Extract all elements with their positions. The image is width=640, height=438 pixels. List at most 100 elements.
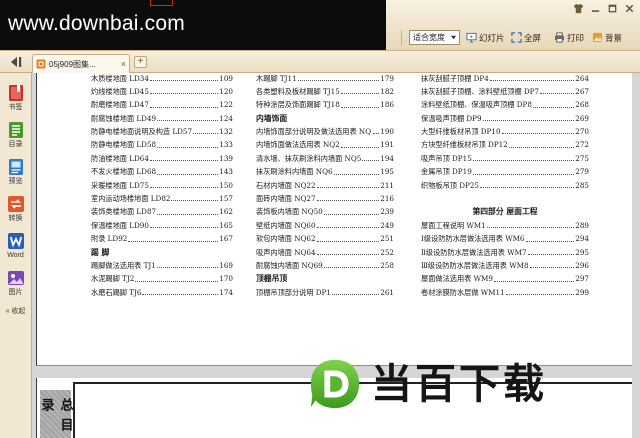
sidebar-item-pictures[interactable]: 图片	[0, 269, 31, 303]
print-button[interactable]: 打印	[554, 30, 584, 45]
toc-entry-title: 防静电楼地面说明及构造 LD57	[91, 127, 193, 137]
toc-dot-leader	[472, 165, 575, 175]
toc-entry: 清水墙、抹灰刷涂料内墙面 NQ5 194	[256, 152, 394, 165]
restore-button[interactable]	[606, 2, 619, 15]
toc-entry: 软包内墙面 NQ62 251	[256, 232, 394, 245]
toc-dot-leader	[340, 85, 380, 95]
sidebar-item-preview[interactable]: 预览	[0, 158, 31, 192]
sidebar-item-toc[interactable]: 目录	[0, 121, 31, 155]
toc-entry-page: 294	[575, 234, 589, 244]
close-button[interactable]	[623, 2, 636, 15]
minimize-button[interactable]	[589, 2, 602, 15]
toc-entry-page: 122	[219, 100, 233, 110]
toc-entry: 织物板吊顶 DP25 285	[421, 179, 589, 192]
slideshow-button[interactable]: 幻灯片	[466, 30, 505, 45]
word-icon	[7, 233, 24, 249]
toc-dot-leader	[157, 165, 219, 175]
toc-section-heading: 踢 脚	[91, 247, 110, 257]
fullscreen-button[interactable]: 全屏	[511, 30, 541, 45]
toc-entry-page: 195	[380, 167, 394, 177]
toc-dot-leader	[157, 205, 219, 215]
toc-dot-leader	[340, 98, 380, 108]
toc-entry: 大型纤维板材吊顶 DP10 270	[421, 125, 589, 138]
sidebar-item-word[interactable]: Word	[0, 232, 31, 266]
toc-entry-title: 水磨石踢脚 TJ6	[91, 287, 142, 297]
sidebar-item-label: 目录	[8, 141, 23, 148]
print-icon	[554, 32, 565, 43]
toc-entry-title: 特种涂层及饰面踢脚 TJ18	[256, 100, 340, 110]
toc-entry: 抹灰刷涂料内墙面 NQ6 195	[256, 165, 394, 178]
toc-dot-leader	[479, 179, 575, 189]
watermark-logo-icon	[310, 359, 360, 409]
top-toolbar: www.downbai.com 适合宽度 幻灯片 全屏 打印 背景	[0, 0, 640, 51]
toc-entry: 吸声内墙面 NQ64 252	[256, 246, 394, 259]
toc-entry-title: 内墙饰面做法选用表 NQ2	[256, 140, 340, 150]
toc-entry-title: 吸声吊顶 DP15	[421, 153, 472, 163]
toc-dot-leader	[340, 138, 380, 148]
toc-entry: 附录 LD92 167	[91, 232, 233, 245]
picture-icon	[7, 271, 24, 285]
toc-entry-page: 270	[575, 127, 589, 137]
toc-entry-title: 木质楼地面 LD34	[91, 73, 149, 83]
toc-entry-page: 179	[380, 73, 394, 83]
toc-blank-row	[421, 192, 589, 205]
toc-entry: 保温楼地面 LD90 165	[91, 219, 233, 232]
zoom-select-value: 适合宽度	[413, 33, 445, 42]
minimize-icon	[591, 10, 600, 12]
slideshow-icon	[466, 32, 477, 43]
toc-dot-leader	[157, 112, 219, 122]
toc-entry-title: 抹灰刮腻子顶棚、涂料壁纸顶棚 DP7	[421, 86, 540, 96]
toc-entry-title: 耐腐蚀内墙面 NQ69	[256, 260, 323, 270]
toc-entry-page: 132	[219, 127, 233, 137]
toc-dot-leader	[540, 85, 575, 95]
toc-entry-title: 抹灰刮腻子顶棚 DP4	[421, 73, 489, 83]
toc-dot-leader	[505, 286, 575, 296]
toc-entry-page: 150	[219, 180, 233, 190]
skin-button[interactable]	[572, 2, 585, 15]
toc-entry: 特种涂层及饰面踢脚 TJ18 186	[256, 98, 394, 111]
toc-entry-page: 296	[575, 260, 589, 270]
toc-dot-leader	[489, 73, 575, 81]
toc-entry: 金属吊顶 DP19 279	[421, 165, 589, 178]
toc-entry-title: 耐磨楼地面 LD47	[91, 100, 149, 110]
toc-entry: 耐腐蚀内墙面 NQ69 258	[256, 259, 394, 272]
background-button[interactable]: 背景	[592, 30, 622, 45]
new-tab-button[interactable]: +	[134, 56, 147, 68]
sidebar-item-convert[interactable]: 转换	[0, 195, 31, 229]
toc-entry: Ⅰ级设防防水层做法选用表 WM6 294	[421, 232, 589, 245]
toc-entry-page: 295	[575, 247, 589, 257]
toc-entry-page: 186	[380, 100, 394, 110]
toc-entry-title: 清水墙、抹灰刷涂料内墙面 NQ5	[256, 153, 362, 163]
watermark-banner: www.downbai.com	[0, 0, 386, 50]
toc-dot-leader	[149, 85, 219, 95]
toc-entry: 防静电楼地面说明及构造 LD57 132	[91, 125, 233, 138]
zoom-select[interactable]: 适合宽度	[409, 30, 460, 45]
toc-entry-page: 169	[219, 260, 233, 270]
tab-close-button[interactable]: ×	[119, 59, 126, 69]
sidebar-item-bookmarks[interactable]: 书签	[0, 84, 31, 118]
toc-entry-title: 室内运动场楼地面 LD82	[91, 194, 171, 204]
toc-entry-page: 269	[575, 113, 589, 123]
toc-dot-leader	[316, 219, 380, 229]
tab-document[interactable]: 05j909图集... ×	[32, 54, 130, 73]
toc-dot-leader	[323, 259, 380, 269]
toc-entry-page: 157	[219, 194, 233, 204]
toc-entry-title: 防油楼地面 LD64	[91, 153, 149, 163]
toc-entry: 石材内墙面 NQ22 211	[256, 179, 394, 192]
close-icon	[625, 4, 634, 13]
sidebar-collapse-button[interactable]: « 收起	[0, 306, 31, 316]
left-sidebar: 书签 目录 预览 转换 Word 图片 « 收起	[0, 73, 32, 438]
pdf-file-icon	[36, 59, 46, 69]
toc-entry-page: 216	[380, 194, 394, 204]
toc-dot-leader	[193, 125, 219, 135]
toc-dot-leader	[149, 98, 219, 108]
toc-entry-page: 120	[219, 86, 233, 96]
toc-entry-page: 261	[380, 287, 394, 297]
toc-entry-page: 139	[219, 153, 233, 163]
toc-dot-leader	[482, 112, 575, 122]
watermark-site-url: www.downbai.com	[8, 12, 185, 35]
toc-dot-leader	[156, 259, 219, 269]
background-icon	[592, 32, 603, 43]
sidebar-toggle-icon[interactable]	[8, 56, 24, 68]
toc-entry-page: 251	[380, 234, 394, 244]
